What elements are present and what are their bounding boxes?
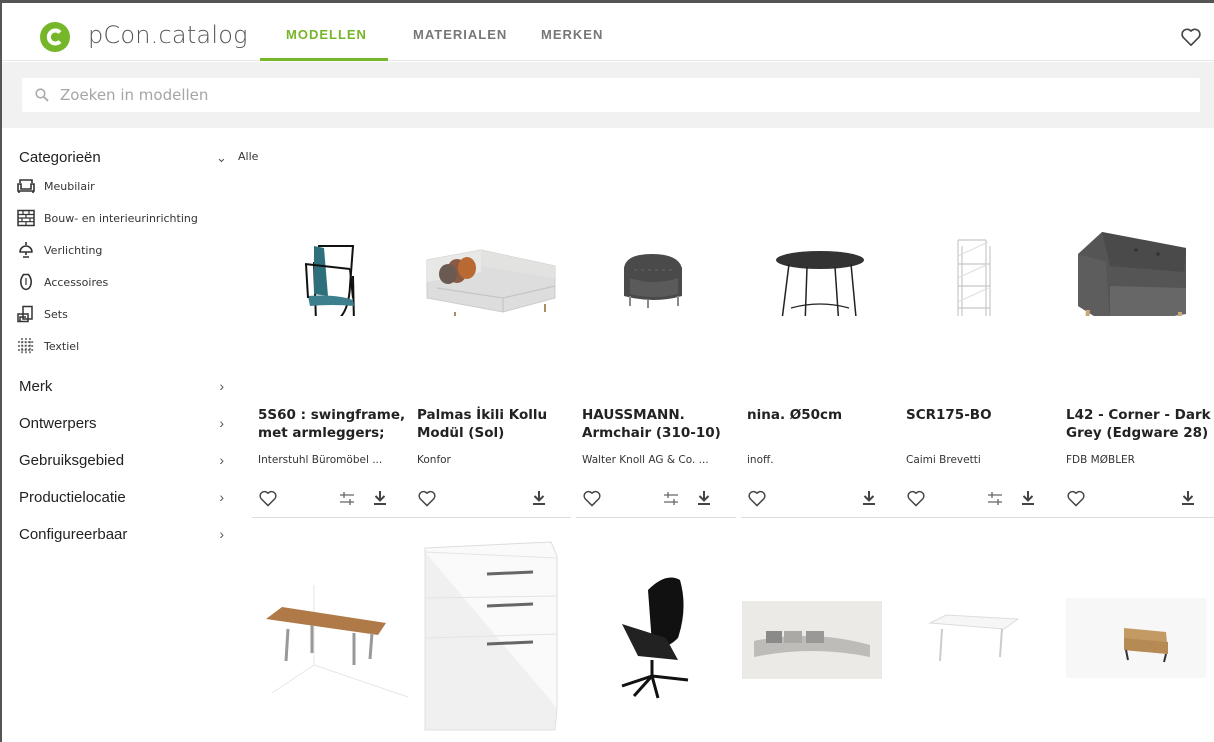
product-image-side-table[interactable] xyxy=(747,136,897,316)
category-label: Meubilair xyxy=(44,179,95,193)
product-image-cantilever-chair[interactable] xyxy=(258,136,408,316)
filter-label: Configureerbaar xyxy=(19,526,128,543)
filter-label: Gebruiksgebied xyxy=(19,452,125,469)
product-title[interactable]: Palmas İkili Kollu Modül (Sol) xyxy=(417,406,572,442)
breadcrumb[interactable]: Alle xyxy=(238,150,258,163)
product-image-long-table[interactable] xyxy=(258,563,408,713)
brand-name[interactable]: pCon.catalog xyxy=(88,21,248,49)
product-image-desk[interactable] xyxy=(906,601,1056,671)
favorite-heart-icon[interactable] xyxy=(906,490,926,508)
search-bar-area xyxy=(2,62,1214,128)
chevron-right-icon: › xyxy=(219,452,224,468)
textile-icon xyxy=(18,338,34,354)
product-manufacturer[interactable]: FDB MØBLER xyxy=(1066,454,1214,466)
chevron-right-icon: › xyxy=(219,415,224,431)
product-manufacturer[interactable]: inoff. xyxy=(747,454,897,466)
product-image-armchair[interactable] xyxy=(582,136,732,316)
vase-icon xyxy=(19,273,33,291)
chevron-right-icon: › xyxy=(219,489,224,505)
download-icon[interactable] xyxy=(1020,489,1036,507)
category-label: Verlichting xyxy=(44,243,103,257)
category-accessoires[interactable]: Accessoires xyxy=(16,269,108,295)
product-title[interactable]: L42 - Corner - Dark Grey (Edgware 28) xyxy=(1066,406,1214,442)
product-image-curved-sofa[interactable] xyxy=(742,601,882,679)
product-title[interactable]: HAUSSMANN. Armchair (310-10) xyxy=(582,406,737,442)
product-image-small-sofa[interactable] xyxy=(1066,598,1206,678)
search-box[interactable] xyxy=(22,78,1200,112)
chevron-right-icon: › xyxy=(219,526,224,542)
category-bouw-interieur[interactable]: Bouw- en interieurinrichting xyxy=(16,205,198,231)
search-icon xyxy=(35,88,49,102)
configure-icon[interactable] xyxy=(986,490,1004,508)
filter-ontwerpers[interactable]: Ontwerpers › xyxy=(19,411,224,437)
category-verlichting[interactable]: Verlichting xyxy=(16,237,102,263)
download-icon[interactable] xyxy=(696,489,712,507)
search-input[interactable] xyxy=(60,78,1160,112)
category-textiel[interactable]: Textiel xyxy=(16,333,79,359)
favorite-heart-icon[interactable] xyxy=(1066,490,1086,508)
favorite-heart-icon[interactable] xyxy=(747,490,767,508)
product-image-sofa[interactable] xyxy=(417,136,567,316)
filter-configureerbaar[interactable]: Configureerbaar › xyxy=(19,522,224,548)
filter-label: Productielocatie xyxy=(19,489,126,506)
product-image-office-chair[interactable] xyxy=(582,568,732,708)
active-tab-indicator xyxy=(260,58,388,61)
category-label: Bouw- en interieurinrichting xyxy=(44,211,198,225)
filter-label: Merk xyxy=(19,378,53,395)
tab-materialen[interactable]: MATERIALEN xyxy=(413,27,507,42)
lamp-icon xyxy=(19,242,33,258)
chevron-down-icon[interactable]: ⌄ xyxy=(216,150,227,166)
filter-productielocatie[interactable]: Productielocatie › xyxy=(19,485,224,511)
product-manufacturer[interactable]: Caimi Brevetti xyxy=(906,454,1056,466)
filter-gebruiksgebied[interactable]: Gebruiksgebied › xyxy=(19,448,224,474)
favorite-heart-icon[interactable] xyxy=(417,490,437,508)
download-icon[interactable] xyxy=(531,489,547,507)
product-actions xyxy=(1060,486,1214,518)
product-title[interactable]: 5S60 : swingframe, met armleggers; xyxy=(258,406,413,442)
product-actions xyxy=(411,486,571,518)
product-manufacturer[interactable]: Walter Knoll AG & Co. ... xyxy=(582,454,732,466)
product-manufacturer[interactable]: Konfor xyxy=(417,454,567,466)
product-title[interactable]: nina. Ø50cm xyxy=(747,406,902,424)
product-image-shelf[interactable] xyxy=(906,136,1056,316)
favorites-heart-icon[interactable] xyxy=(1180,27,1202,47)
category-label: Sets xyxy=(44,307,68,321)
filter-merk[interactable]: Merk › xyxy=(19,374,224,400)
pcon-logo-icon[interactable] xyxy=(40,22,70,52)
category-sets[interactable]: Sets xyxy=(16,301,68,327)
download-icon[interactable] xyxy=(861,489,877,507)
category-meubilair[interactable]: Meubilair xyxy=(16,173,95,199)
product-actions xyxy=(741,486,901,518)
category-label: Accessoires xyxy=(44,275,109,289)
product-actions xyxy=(252,486,412,518)
tab-modellen[interactable]: MODELLEN xyxy=(286,27,367,42)
wall-icon xyxy=(17,209,35,227)
download-icon[interactable] xyxy=(372,489,388,507)
configure-icon[interactable] xyxy=(338,490,356,508)
sofa-icon xyxy=(17,179,35,193)
category-label: Textiel xyxy=(44,339,80,353)
categories-heading[interactable]: Categorieën xyxy=(19,149,101,166)
filter-label: Ontwerpers xyxy=(19,415,97,432)
product-title[interactable]: SCR175-BO xyxy=(906,406,1061,424)
top-navigation-bar: pCon.catalog MODELLEN MATERIALEN MERKEN xyxy=(2,3,1214,61)
download-icon[interactable] xyxy=(1180,489,1196,507)
configure-icon[interactable] xyxy=(662,490,680,508)
product-actions xyxy=(576,486,736,518)
product-manufacturer[interactable]: Interstuhl Büromöbel ... xyxy=(258,454,408,466)
product-image-corner-sofa[interactable] xyxy=(1066,136,1214,316)
product-image-drawer-cabinet[interactable] xyxy=(417,538,567,738)
tab-merken[interactable]: MERKEN xyxy=(541,27,603,42)
chevron-right-icon: › xyxy=(219,378,224,394)
product-actions xyxy=(900,486,1060,518)
sets-icon xyxy=(17,305,33,323)
favorite-heart-icon[interactable] xyxy=(582,490,602,508)
favorite-heart-icon[interactable] xyxy=(258,490,278,508)
